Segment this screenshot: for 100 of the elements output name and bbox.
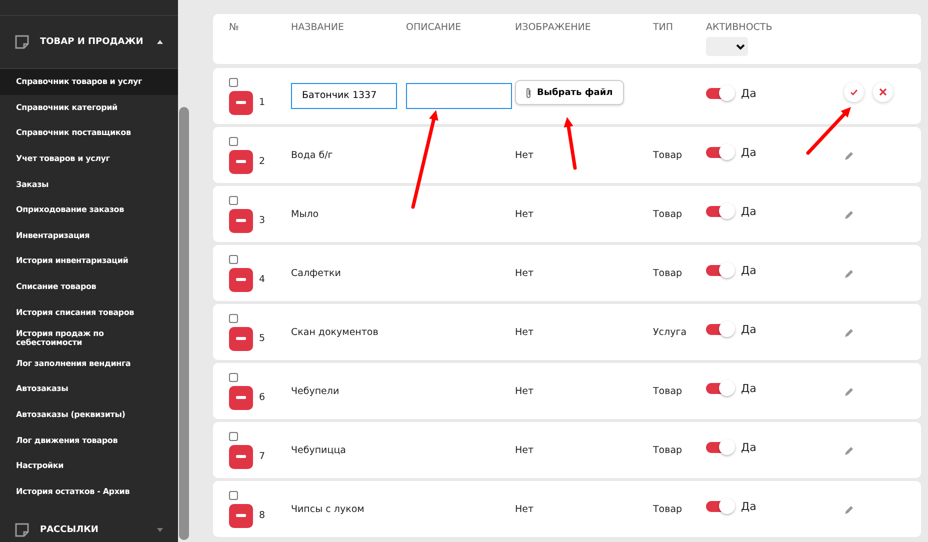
active-toggle[interactable] — [706, 322, 735, 336]
remove-button[interactable] — [229, 504, 253, 528]
active-toggle[interactable] — [706, 499, 735, 513]
confirm-button[interactable] — [844, 82, 864, 102]
sidebar-item[interactable]: Оприходование заказов — [0, 196, 178, 223]
row-checkbox[interactable] — [229, 254, 238, 264]
chevron-down-icon — [736, 44, 745, 50]
sidebar-item[interactable]: История инвентаризаций — [0, 248, 178, 274]
toggle-label: Да — [741, 500, 756, 512]
pencil-icon[interactable] — [844, 210, 854, 220]
toggle-label: Да — [741, 322, 756, 336]
remove-button[interactable] — [229, 208, 253, 232]
active-toggle[interactable] — [706, 145, 735, 159]
row-checkbox[interactable] — [229, 196, 238, 204]
remove-button[interactable] — [229, 444, 253, 468]
row-number: 3 — [259, 215, 266, 226]
type-cell-text: Товар — [653, 444, 684, 456]
column-header: ТИП — [653, 22, 674, 33]
active-toggle[interactable] — [706, 381, 735, 395]
row-checkbox[interactable] — [229, 432, 238, 440]
check-icon — [850, 88, 858, 96]
image-cell-text: Нет — [515, 268, 535, 278]
pencil-icon[interactable] — [844, 328, 854, 338]
row-checkbox[interactable] — [229, 372, 238, 382]
annotation-arrow — [806, 107, 851, 155]
filter-select[interactable] — [706, 37, 748, 56]
toggle-label: Да — [741, 204, 756, 218]
paperclip-icon — [525, 86, 532, 98]
row-checkbox[interactable] — [229, 136, 238, 146]
type-cell-text: Товар — [653, 208, 684, 220]
type-cell-text: Товар — [653, 386, 684, 396]
toggle-label: Да — [741, 440, 756, 454]
sidebar-item[interactable]: Справочник категорий — [0, 94, 178, 120]
active-toggle[interactable] — [706, 440, 735, 454]
pencil-icon[interactable] — [844, 268, 854, 278]
sidebar-item[interactable]: Списание товаров — [0, 274, 178, 300]
active-toggle[interactable] — [706, 86, 735, 100]
toggle-label: Да — [741, 146, 756, 158]
name-input[interactable]: Батончик 1337 — [291, 82, 397, 109]
image-cell-text: Нет — [515, 208, 535, 220]
type-cell-text: Товар — [653, 150, 684, 160]
name-cell-text: Салфетки — [291, 268, 342, 278]
section-title[interactable]: ТОВАР И ПРОДАЖИ — [40, 37, 146, 47]
sidebar-item[interactable]: Лог заполнения вендинга — [0, 350, 178, 376]
pencil-icon[interactable] — [844, 150, 854, 160]
remove-button[interactable] — [229, 90, 253, 114]
type-cell-text: Товар — [653, 504, 684, 514]
sidebar-item[interactable]: Учет товаров и услуг — [0, 146, 178, 172]
cancel-button[interactable] — [873, 82, 893, 102]
close-icon — [879, 88, 887, 96]
active-toggle[interactable] — [706, 204, 735, 218]
row-checkbox[interactable] — [229, 490, 238, 500]
annotation-arrow — [564, 117, 577, 170]
remove-button[interactable] — [229, 150, 253, 174]
active-toggle[interactable] — [706, 263, 735, 277]
remove-button[interactable] — [229, 326, 253, 350]
sidebar-item[interactable]: Лог движения товаров — [0, 427, 178, 453]
name-cell-text: Чипсы с луком — [291, 504, 366, 514]
row-number: 4 — [259, 274, 266, 285]
row-number: 2 — [259, 156, 266, 167]
image-cell-text: Нет — [515, 504, 535, 514]
column-header: № — [229, 22, 240, 33]
column-header: ИЗОБРАЖЕНИЕ — [515, 22, 592, 33]
note-icon — [14, 34, 30, 50]
type-cell-text: Услуга — [653, 326, 688, 338]
scrollbar-thumb[interactable] — [179, 107, 189, 540]
description-input[interactable] — [406, 82, 512, 109]
sidebar-item[interactable]: История остатков - Архив — [0, 478, 178, 504]
sidebar-item[interactable]: Инвентаризация — [0, 222, 178, 248]
choose-file-button[interactable]: Выбрать файл — [515, 80, 624, 105]
name-cell-text: Мыло — [291, 208, 320, 220]
remove-button[interactable] — [229, 268, 253, 292]
column-header: АКТИВНОСТЬ — [706, 22, 774, 33]
sidebar-item[interactable]: История продаж по себестоимости — [0, 324, 178, 351]
pencil-icon[interactable] — [844, 504, 854, 514]
sidebar-item[interactable]: История списания товаров — [0, 299, 178, 325]
image-cell-text: Нет — [515, 150, 535, 160]
remove-button[interactable] — [229, 386, 253, 410]
name-cell-text: Чебупицца — [291, 444, 347, 456]
type-cell-text: Товар — [653, 268, 684, 278]
image-cell-text: Нет — [515, 386, 535, 396]
image-cell-text: Нет — [515, 444, 535, 456]
row-number: 7 — [259, 451, 266, 462]
toggle-label: Да — [741, 382, 756, 394]
row-checkbox[interactable] — [229, 314, 238, 322]
row-number: 8 — [259, 510, 266, 521]
sidebar-item[interactable]: Настройки — [0, 452, 178, 478]
image-cell-text: Нет — [515, 326, 535, 338]
row-checkbox[interactable] — [229, 78, 238, 86]
column-header: НАЗВАНИЕ — [291, 22, 346, 33]
sidebar-item[interactable]: Автозаказы (реквизиты) — [0, 402, 178, 428]
toggle-label: Да — [741, 264, 756, 276]
sidebar-item[interactable]: Заказы — [0, 171, 178, 197]
sidebar-item[interactable]: Справочник поставщиков — [0, 120, 178, 146]
sidebar-item[interactable]: Справочник товаров и услуг — [0, 69, 178, 95]
sidebar-item[interactable]: Автозаказы — [0, 376, 178, 402]
pencil-icon[interactable] — [844, 386, 854, 396]
pencil-icon[interactable] — [844, 446, 854, 456]
section-title[interactable]: РАССЫЛКИ — [40, 525, 146, 536]
name-cell-text: Скан документов — [291, 326, 380, 338]
